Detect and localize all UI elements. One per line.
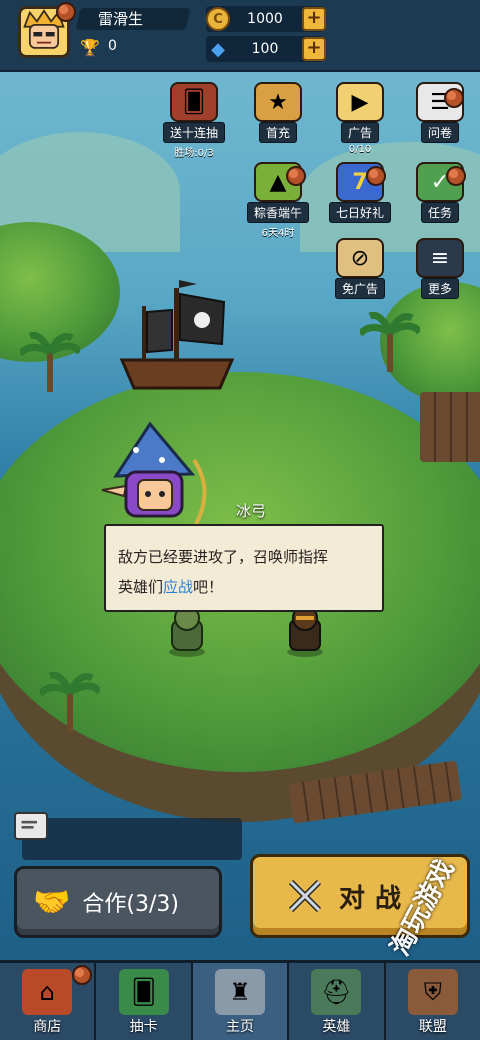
chat-lines-icon [21,820,37,829]
nav-label: 联盟 [418,1019,447,1035]
dialog-text: 英雄们 [118,578,164,596]
treasure-chest-icon: ★ [254,82,302,122]
diamond-value: 100 [251,41,279,57]
player-name-text: 雷滑生 [98,10,144,28]
no-ads-icon: ⊘ [336,238,384,278]
nav-label: 英雄 [322,1019,351,1035]
feature-sub: 0/10 [348,144,372,155]
player-name: 雷滑生 [75,8,191,30]
card-pack-icon: 🂠 [170,82,218,122]
feature-no-ads[interactable]: ⊘ 免广告 [328,238,392,308]
nav-home[interactable]: ♜ 主页 [192,963,290,1040]
chat-bar[interactable] [22,818,242,860]
nav-label: 主页 [226,1019,255,1035]
shop-badge [72,965,92,985]
trophy-count: 0 [108,38,117,54]
palm-tree-icon [40,672,100,732]
shop-icon: ⌂ [22,969,73,1015]
castle-icon: ♜ [215,969,266,1015]
feature-sub: 6天4时 [261,228,295,239]
wooden-dock [420,392,480,462]
add-gold-button[interactable]: + [302,7,326,31]
nav-label: 商店 [33,1019,62,1035]
coop-button[interactable]: 🤝 合作(3/3) [14,866,222,938]
gold-coin-icon: C [206,7,230,31]
feature-label: 首充 [258,122,297,143]
diamond-icon: ◆ [211,38,225,60]
dialog-line-2: 英雄们应战吧！ [118,572,370,602]
seven-day-badge [366,166,386,186]
draw-card-icon: 🂠 [118,969,169,1015]
feature-first-recharge[interactable]: ★ 首充 [246,82,310,152]
feature-label: 广告 [340,122,379,143]
palm-tree-icon [360,312,420,372]
chat-bubble-icon[interactable] [14,812,48,840]
coop-label: 合作(3/3) [82,892,179,917]
palm-tree-icon [20,332,80,392]
helmet-icon: ⛑ [311,969,362,1015]
dragon-boat-badge [286,166,306,186]
feature-more[interactable]: ≡ 更多 [408,238,472,308]
questionnaire-badge [444,88,464,108]
feature-label: 任务 [420,202,459,223]
nav-heroes[interactable]: ⛑ 英雄 [289,963,386,1040]
avatar-notification-badge [56,2,76,22]
nav-draw[interactable]: 🂠 抽卡 [96,963,193,1040]
top-bar: 雷滑生 🏆 0 1000 C + 100 ◆ + [0,0,480,72]
pirate-ship-icon [119,280,235,390]
dialog-line-1: 敌方已经要进攻了，召唤师指挥 [118,548,329,566]
feature-label: 更多 [420,278,459,299]
feature-label: 问卷 [420,122,459,143]
dialog-highlight: 应战 [163,578,194,596]
bottom-nav: ⌂ 商店 🂠 抽卡 ♜ 主页 ⛑ 英雄 ⛨ 联盟 [0,960,480,1040]
nav-label: 抽卡 [129,1019,158,1035]
add-diamond-button[interactable]: + [302,37,326,61]
dialog-box[interactable]: 敌方已经要进攻了，召唤师指挥 英雄们应战吧！ [104,524,384,612]
dialog-speaker: 冰弓 [236,502,267,520]
feature-sub: 胜场:0/3 [174,148,214,159]
shield-icon: ⛨ [407,969,458,1015]
nav-alliance[interactable]: ⛨ 联盟 [386,963,480,1040]
feature-label: 七日好礼 [328,202,391,223]
ice-bow-mage-icon [101,421,207,525]
handshake-icon: 🤝 [33,884,71,920]
feature-label: 免广告 [334,278,385,299]
dialog-text: 吧！ [193,578,224,596]
feature-ads[interactable]: ▶ 广告 0/10 [328,82,392,155]
feature-ten-draw[interactable]: 🂠 送十连抽 胜场:0/3 [162,82,226,159]
feature-label: 送十连抽 [162,122,225,143]
menu-icon: ≡ [416,238,464,278]
trophy-icon: 🏆 [80,38,100,57]
gold-value: 1000 [247,11,283,27]
crossed-swords-icon [288,879,322,913]
task-badge [446,166,466,186]
nav-shop[interactable]: ⌂ 商店 [0,963,97,1040]
feature-label: 粽香端午 [246,202,309,223]
tv-icon: ▶ [336,82,384,122]
